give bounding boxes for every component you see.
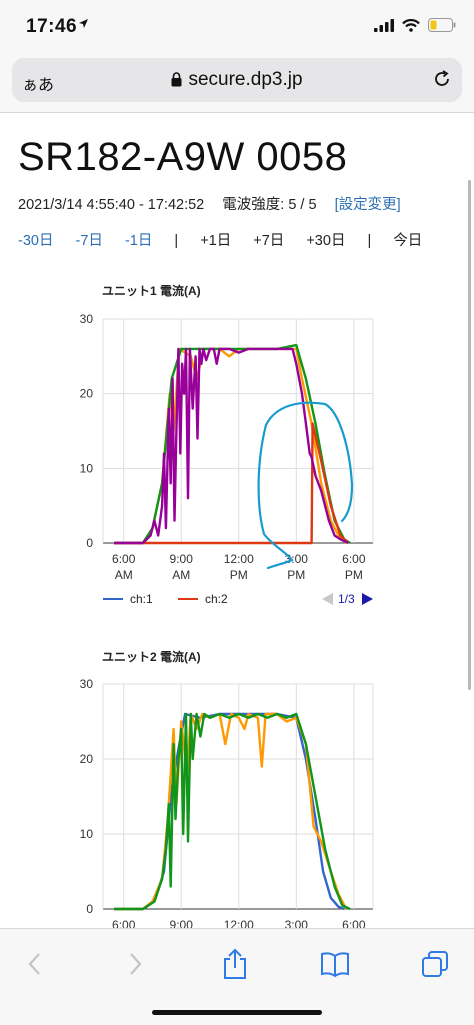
legend-prev-icon — [322, 593, 333, 605]
unit2-chart: ユニット2 電流(A) 0 10 20 30 6:00 9:00 12:00 3:00 6:00 — [0, 645, 474, 928]
home-indicator — [152, 1010, 322, 1015]
browser-address-area: ぁあ secure.dp3.jp — [0, 52, 474, 113]
back-button[interactable] — [18, 947, 52, 981]
status-bar: 17:46 — [0, 0, 474, 52]
x-tick-label: 6:00 — [342, 552, 366, 566]
tabs-button[interactable] — [418, 947, 452, 981]
x-tick-label: 9:00 — [170, 918, 194, 928]
status-time: 17:46 — [26, 16, 78, 37]
x-tick-sublabel: PM — [230, 568, 248, 582]
share-button[interactable] — [218, 947, 252, 981]
location-arrow-icon — [78, 17, 89, 32]
nav-today: 今日 — [393, 233, 423, 249]
x-tick-label: 6:00 — [112, 918, 136, 928]
y-tick-label: 10 — [80, 827, 94, 841]
x-tick-label: 9:00 — [170, 552, 194, 566]
url-display[interactable]: secure.dp3.jp — [12, 69, 462, 93]
nav-plus-1: +1日 — [200, 233, 232, 249]
settings-link[interactable]: [設定変更] — [335, 197, 401, 213]
y-tick-label: 20 — [80, 387, 94, 401]
chart-title: ユニット1 電流(A) — [102, 283, 201, 298]
page-title: SR182-A9W 0058 — [18, 135, 348, 179]
nav-separator: | — [367, 233, 372, 249]
nav-minus-7[interactable]: -7日 — [76, 233, 103, 249]
address-bar[interactable]: ぁあ secure.dp3.jp — [12, 58, 462, 102]
series-line — [114, 422, 349, 545]
x-tick-label: 6:00 — [112, 552, 136, 566]
chevron-right-icon — [130, 953, 142, 975]
x-tick-label: 12:00 — [224, 552, 254, 566]
legend-label: ch:2 — [205, 592, 228, 606]
nav-minus-30[interactable]: -30日 — [18, 233, 53, 249]
x-tick-label: 3:00 — [285, 918, 309, 928]
y-tick-label: 0 — [86, 902, 93, 916]
tabs-icon — [422, 951, 448, 977]
x-tick-sublabel: AM — [115, 568, 133, 582]
x-tick-sublabel: PM — [287, 568, 305, 582]
x-tick-sublabel: PM — [345, 568, 363, 582]
y-tick-label: 0 — [86, 536, 93, 550]
signal-strength: 電波強度: 5 / 5 — [222, 197, 317, 213]
lock-icon — [171, 71, 182, 93]
forward-button[interactable] — [118, 947, 152, 981]
nav-plus-30: +30日 — [306, 233, 346, 249]
unit1-chart-svg: ユニット1 電流(A) 0 10 20 30 6:00 AM 9:00 AM 12:00 PM 3:0… — [80, 283, 374, 606]
nav-plus-7: +7日 — [253, 233, 285, 249]
info-line: 2021/3/14 4:55:40 - 17:42:52 電波強度: 5 / 5… — [18, 193, 401, 214]
x-tick-sublabel: AM — [172, 568, 190, 582]
chart-title: ユニット2 電流(A) — [102, 649, 201, 664]
share-icon — [224, 948, 246, 979]
legend-label: ch:1 — [130, 592, 153, 606]
y-tick-label: 30 — [80, 312, 94, 326]
status-icons — [374, 18, 456, 32]
unit1-chart: ユニット1 電流(A) 0 10 20 30 6:00 AM 9:00 AM 12:00 PM 3:0… — [0, 281, 474, 621]
x-tick-label: 12:00 — [224, 918, 254, 928]
unit2-chart-svg: ユニット2 電流(A) 0 10 20 30 6:00 9:00 12:00 3:00 6:00 — [80, 649, 374, 928]
legend-page: 1/3 — [338, 592, 355, 606]
book-icon — [321, 952, 349, 977]
series-line — [114, 712, 345, 911]
url-text: secure.dp3.jp — [188, 69, 303, 90]
nav-minus-1[interactable]: -1日 — [125, 233, 152, 249]
y-tick-label: 20 — [80, 752, 94, 766]
bookmarks-button[interactable] — [318, 947, 352, 981]
y-tick-label: 30 — [80, 677, 94, 691]
x-tick-label: 3:00 — [285, 552, 309, 566]
nav-separator: | — [174, 233, 179, 249]
chevron-left-icon — [28, 953, 40, 975]
date-nav: -30日 -7日 -1日 | +1日 +7日 +30日 | 今日 — [18, 229, 440, 250]
date-range: 2021/3/14 4:55:40 - 17:42:52 — [18, 197, 205, 213]
page-content: SR182-A9W 0058 2021/3/14 4:55:40 - 17:42… — [0, 113, 474, 928]
signal-icon — [374, 18, 394, 32]
battery-icon — [428, 18, 456, 32]
wifi-icon — [402, 18, 420, 32]
y-tick-label: 10 — [80, 461, 94, 475]
reload-icon[interactable] — [432, 69, 452, 94]
page-scrollbar[interactable] — [468, 180, 471, 690]
series-line — [114, 712, 348, 911]
x-tick-label: 6:00 — [342, 918, 366, 928]
legend-next-icon — [362, 593, 373, 605]
